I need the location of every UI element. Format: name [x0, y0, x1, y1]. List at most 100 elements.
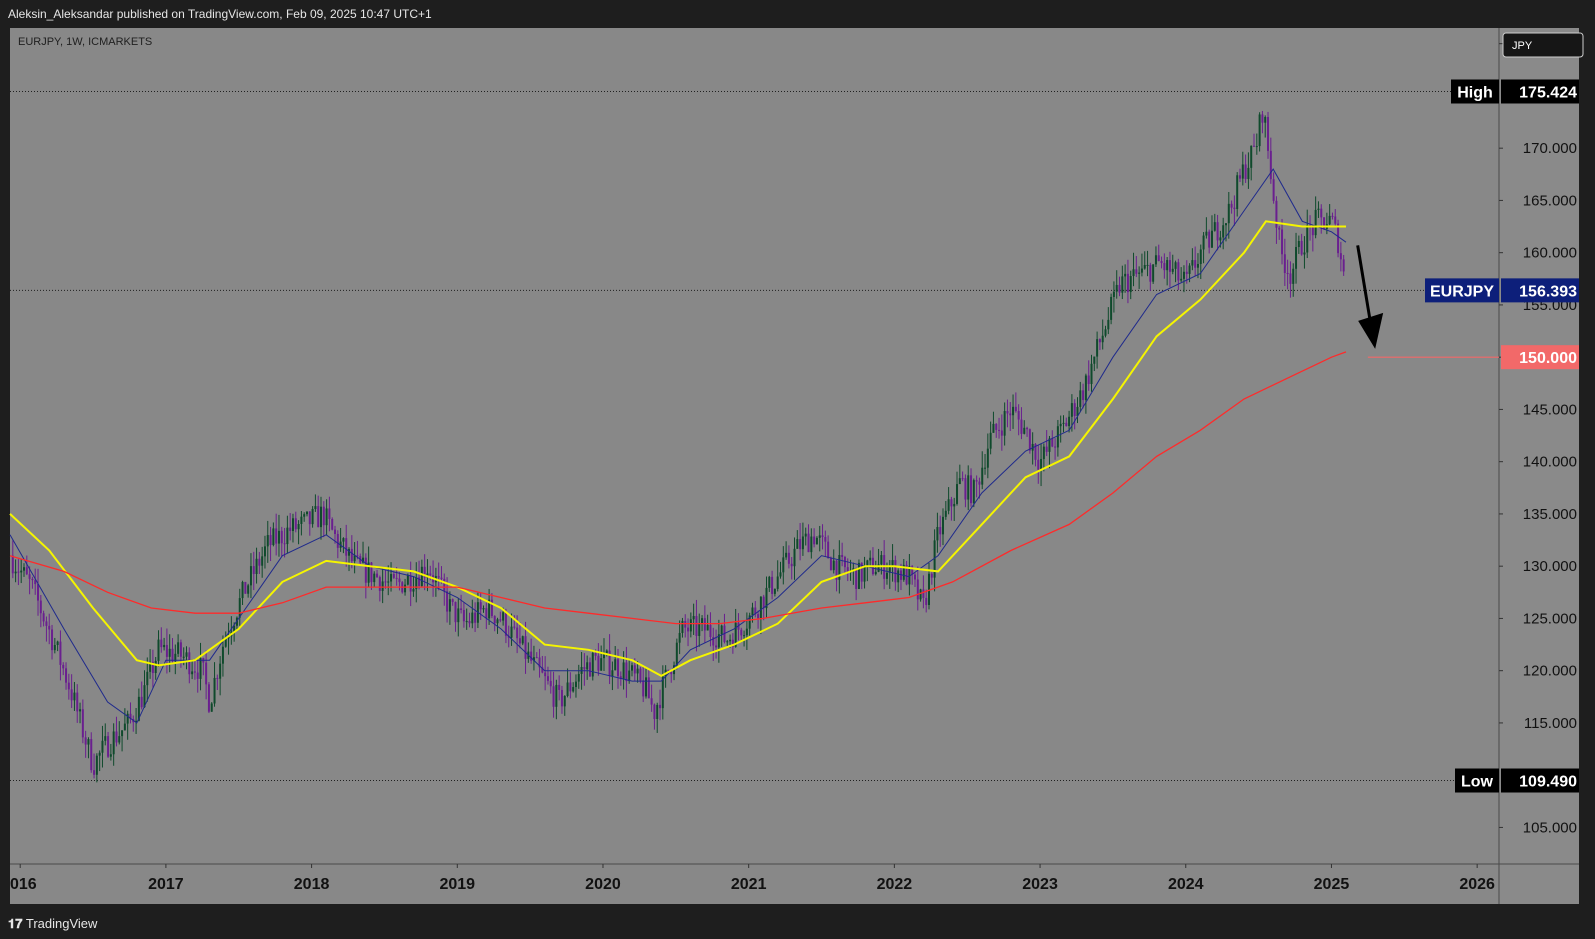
candle-body-413 — [1168, 260, 1171, 272]
candle-body-102 — [297, 524, 300, 530]
price-tick-label-0: 105.000 — [1523, 819, 1577, 836]
candle-body-410 — [1160, 261, 1163, 264]
candle-body-179 — [513, 626, 516, 628]
candle-body-322 — [913, 574, 916, 580]
candle-body-210 — [600, 658, 603, 671]
candle-body-354 — [1003, 411, 1006, 436]
candle-body-126 — [364, 557, 367, 583]
currency-button[interactable]: JPY — [1502, 32, 1584, 58]
candle-body-225 — [642, 680, 645, 697]
candle-body-30 — [95, 755, 98, 775]
candle-body-137 — [395, 577, 398, 579]
candle-body-223 — [636, 668, 639, 674]
candle-body-0 — [11, 555, 14, 574]
candle-body-129 — [373, 573, 376, 583]
candle-body-283 — [804, 533, 807, 537]
candle-body-471 — [1331, 215, 1334, 217]
candle-body-290 — [824, 537, 827, 542]
low-tag-label: Low — [1461, 774, 1494, 791]
candle-body-335 — [950, 499, 953, 507]
candle-body-119 — [345, 538, 348, 556]
time-tick-label-5: 2021 — [731, 876, 767, 893]
candle-body-220 — [628, 670, 631, 682]
candle-body-205 — [586, 662, 589, 670]
candle-body-438 — [1238, 175, 1241, 179]
candle-body-19 — [65, 668, 68, 683]
candle-body-332 — [942, 516, 945, 535]
candle-body-260 — [740, 629, 743, 636]
candle-body-14 — [51, 629, 54, 651]
candle-body-246 — [701, 618, 704, 624]
candle-body-452 — [1278, 227, 1281, 230]
candle-body-304 — [863, 567, 866, 582]
symbol-label: EURJPY, 1W, ICMARKETS — [18, 36, 152, 48]
candle-body-378 — [1070, 403, 1073, 417]
candle-body-405 — [1146, 264, 1149, 266]
candle-body-216 — [616, 659, 619, 677]
candle-body-198 — [566, 682, 569, 696]
target-tag-value: 150.000 — [1519, 350, 1577, 367]
candle-body-442 — [1250, 145, 1253, 168]
candle-body-89 — [261, 556, 264, 566]
candle-body-171 — [490, 599, 493, 617]
candle-body-101 — [294, 518, 297, 530]
candle-body-460 — [1300, 240, 1303, 255]
candle-body-426 — [1205, 231, 1208, 236]
candle-body-165 — [474, 612, 477, 623]
candle-body-473 — [1337, 223, 1340, 254]
candle-body-432 — [1222, 225, 1225, 238]
candle-body-372 — [1054, 446, 1057, 448]
time-tick-label-3: 2019 — [439, 876, 475, 893]
candle-body-100 — [291, 518, 294, 531]
candle-body-113 — [328, 508, 331, 520]
tradingview-logo-icon: 𝟏𝟕 — [8, 916, 23, 931]
candle-body-97 — [283, 543, 286, 545]
time-tick-label-1: 2017 — [148, 876, 184, 893]
candle-body-83 — [244, 581, 247, 594]
candle-body-285 — [810, 536, 813, 553]
candle-body-428 — [1210, 230, 1213, 248]
candle-body-56 — [168, 648, 171, 657]
candle-body-162 — [465, 621, 468, 623]
candle-body-274 — [779, 572, 782, 577]
candle-body-6 — [28, 574, 31, 579]
candle-body-197 — [563, 695, 566, 707]
high-tag-value: 175.424 — [1519, 84, 1577, 101]
candle-body-123 — [356, 555, 359, 557]
candle-body-153 — [440, 577, 443, 579]
candle-body-105 — [305, 511, 308, 515]
candle-body-450 — [1272, 179, 1275, 201]
candle-body-339 — [961, 478, 964, 480]
candle-body-209 — [597, 655, 600, 671]
candle-body-467 — [1320, 208, 1323, 218]
candle-body-18 — [62, 664, 65, 669]
candle-body-414 — [1171, 268, 1174, 272]
candle-body-109 — [317, 506, 320, 528]
candle-body-397 — [1124, 273, 1127, 277]
candle-body-353 — [1000, 430, 1003, 436]
candle-body-81 — [238, 598, 241, 618]
candle-body-112 — [325, 508, 328, 526]
candle-body-228 — [650, 698, 653, 705]
candle-body-449 — [1269, 150, 1272, 180]
candle-body-134 — [387, 581, 390, 583]
candle-body-245 — [698, 623, 701, 636]
price-chart[interactable]: 105.000 115.000 120.000 125.000 130.000 135.0… — [0, 0, 1595, 939]
candle-body-343 — [972, 480, 975, 504]
candle-body-106 — [308, 511, 311, 525]
candle-body-149 — [429, 573, 432, 576]
candle-body-204 — [583, 667, 586, 670]
candle-body-255 — [726, 641, 729, 643]
candle-body-336 — [953, 503, 956, 507]
candle-body-60 — [179, 642, 182, 657]
candle-body-98 — [286, 527, 289, 545]
candle-body-107 — [311, 508, 314, 525]
candle-body-15 — [53, 644, 56, 651]
candle-body-116 — [336, 533, 339, 548]
candle-body-296 — [841, 555, 844, 557]
candle-body-200 — [572, 687, 575, 692]
time-tick-label-2: 2018 — [294, 876, 330, 893]
candle-body-34 — [107, 736, 110, 757]
candle-body-408 — [1154, 255, 1157, 265]
candle-body-346 — [981, 467, 984, 485]
